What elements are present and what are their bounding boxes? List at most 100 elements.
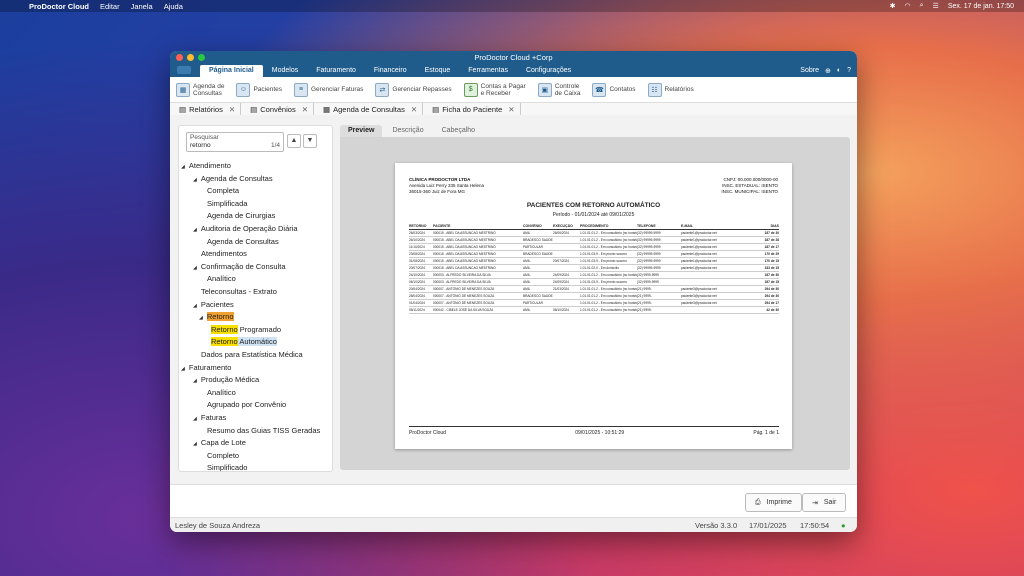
tree-item[interactable]: ◢ Pacientes — [193, 300, 234, 309]
bluetooth-icon[interactable]: ✱ — [890, 2, 896, 10]
agenda-consultas-button[interactable]: ▦ Agenda de Consultas — [176, 82, 224, 97]
controle-caixa-button[interactable]: ▣ Controle de Caixa — [537, 82, 580, 97]
tab-descricao[interactable]: Descrição — [384, 125, 431, 137]
tree-item[interactable]: ◢ Retorno — [199, 312, 234, 322]
exit-button[interactable]: ⇥ Sair — [802, 493, 847, 512]
expand-triangle-icon[interactable]: ◢ — [193, 441, 197, 447]
menu-editar[interactable]: Editar — [100, 2, 120, 11]
expand-triangle-icon[interactable]: ◢ — [199, 315, 203, 321]
gerenciar-repasses-button[interactable]: ⇄ Gerenciar Repasses — [375, 82, 452, 97]
close-icon[interactable]: ✕ — [508, 105, 514, 114]
menu-ajuda[interactable]: Ajuda — [164, 2, 183, 11]
app-menu-button[interactable] — [177, 66, 191, 74]
relatorios-button[interactable]: ☷ Relatórios — [647, 82, 694, 97]
tree-item[interactable]: ◢ Agenda de Consultas — [193, 174, 273, 183]
menubar-app-name[interactable]: ProDoctor Cloud — [29, 2, 89, 11]
expand-triangle-icon[interactable]: ◢ — [193, 177, 197, 183]
expand-triangle-icon[interactable]: ◢ — [193, 227, 197, 233]
doc-tab-relatorios[interactable]: ▤ Relatórios ✕ — [174, 103, 242, 115]
tree-item[interactable]: Analítico — [207, 388, 236, 397]
next-match-button[interactable]: ▼ — [303, 134, 317, 148]
contacts-icon: ☎ — [592, 82, 607, 97]
tab-financeiro[interactable]: Financeiro — [365, 65, 416, 77]
gerenciar-faturas-button[interactable]: ≡ Gerenciar Faturas — [294, 82, 363, 97]
expand-triangle-icon[interactable]: ◢ — [193, 378, 197, 384]
close-icon[interactable]: ✕ — [411, 105, 417, 114]
ribbon-tabs: Página Inicial Modelos Faturamento Finan… — [170, 64, 857, 77]
tree-item[interactable]: Completo — [207, 451, 239, 460]
tree-item[interactable]: Agrupado por Convênio — [207, 400, 286, 409]
tab-faturamento[interactable]: Faturamento — [307, 65, 365, 77]
doc-tab-ficha-paciente[interactable]: ▤ Ficha do Paciente ✕ — [427, 103, 521, 115]
tree-item[interactable]: Agenda de Consultas — [207, 237, 279, 246]
previous-match-button[interactable]: ▲ — [287, 134, 301, 148]
doc-tab-convenios[interactable]: ▤ Convênios ✕ — [245, 103, 314, 115]
tree-item[interactable]: Completa — [207, 186, 239, 195]
expand-triangle-icon[interactable]: ◢ — [193, 265, 197, 271]
search-input[interactable]: Pesquisar retorno 1/4 — [186, 132, 284, 152]
tree-item[interactable]: Retorno Automático — [211, 337, 277, 347]
report-footer: ProDoctor Cloud 09/01/2025 - 10:51:29 Pá… — [409, 426, 779, 436]
close-icon[interactable]: ✕ — [229, 105, 235, 114]
tree-item[interactable]: ◢ Faturamento — [181, 363, 231, 372]
tree-item[interactable]: ◢ Faturas — [193, 413, 226, 422]
print-button[interactable]: ⎙ Imprime — [745, 493, 802, 512]
expand-triangle-icon[interactable]: ◢ — [193, 303, 197, 309]
table-row: 06/10/2024 000003 - ALFREDO SILVEIRA DA S… — [409, 280, 779, 286]
tab-modelos[interactable]: Modelos — [263, 65, 307, 77]
window-title: ProDoctor Cloud +Corp — [474, 53, 553, 62]
tree-item[interactable]: Teleconsultas - Extrato — [201, 287, 277, 296]
wifi-icon[interactable]: ◠ — [905, 2, 911, 10]
expand-triangle-icon[interactable]: ◢ — [181, 164, 185, 170]
tree-item[interactable]: ◢ Atendimento — [181, 161, 231, 170]
accounts-icon: $ — [463, 82, 478, 97]
contas-pagar-receber-button[interactable]: $ Contas a Pagar e Receber — [463, 82, 526, 97]
patients-icon: ☺ — [236, 82, 251, 97]
tree-item[interactable]: ◢ Capa de Lote — [193, 438, 246, 447]
tab-ferramentas[interactable]: Ferramentas — [459, 65, 517, 77]
tree-item[interactable]: ◢ Produção Médica — [193, 375, 259, 384]
invoices-icon: ≡ — [294, 82, 308, 97]
search-icon[interactable]: ⌕ — [920, 2, 924, 10]
tree-item[interactable]: Dados para Estatística Médica — [201, 350, 303, 359]
pacientes-button[interactable]: ☺ Pacientes — [236, 82, 282, 97]
tree-item[interactable]: ◢ Auditoria de Operação Diária — [193, 224, 298, 233]
tab-cabecalho[interactable]: Cabeçalho — [434, 125, 483, 137]
status-user: Lesley de Souza Andreza — [175, 521, 261, 530]
tab-configuracoes[interactable]: Configurações — [517, 65, 580, 77]
close-window-button[interactable] — [176, 54, 183, 61]
help-icon[interactable]: ? — [847, 67, 851, 74]
about-link[interactable]: Sobre — [800, 67, 819, 74]
printer-icon: ⎙ — [755, 498, 761, 506]
tab-pagina-inicial[interactable]: Página Inicial — [200, 65, 263, 77]
connection-status-icon: ● — [841, 521, 846, 530]
tree-item[interactable]: Atendimentos — [201, 249, 247, 258]
expand-triangle-icon[interactable]: ◢ — [193, 416, 197, 422]
menubar-datetime[interactable]: Sex. 17 de jan. 17:50 — [948, 3, 1014, 10]
tree-item[interactable]: Resumo das Guias TISS Geradas — [207, 426, 320, 435]
tree-item[interactable]: Analítico — [207, 274, 236, 283]
tab-estoque[interactable]: Estoque — [416, 65, 460, 77]
zoom-window-button[interactable] — [198, 54, 205, 61]
tree-item[interactable]: ◢ Confirmação de Consulta — [193, 262, 286, 271]
tree-item[interactable]: Retorno Programado — [211, 324, 281, 334]
minimize-window-button[interactable] — [187, 54, 194, 61]
tree-item[interactable]: Simplificado — [207, 463, 247, 471]
status-version: Versão 3.3.0 — [695, 521, 738, 530]
macos-menubar: ProDoctor Cloud Editar Janela Ajuda ✱ ◠ … — [0, 0, 1024, 12]
globe-icon[interactable]: ⊕ — [825, 67, 831, 75]
doc-tab-agenda[interactable]: ▦ Agenda de Consultas ✕ — [318, 103, 424, 115]
close-icon[interactable]: ✕ — [302, 105, 308, 114]
menu-janela[interactable]: Janela — [131, 2, 153, 11]
tree-item[interactable]: Simplificada — [207, 199, 247, 208]
tab-preview[interactable]: Preview — [340, 125, 383, 137]
preview-area: CLÍNICA PRODOCTOR LTDA Avenida Luiz Perr… — [340, 137, 850, 470]
expand-triangle-icon[interactable]: ◢ — [181, 366, 185, 372]
contatos-button[interactable]: ☎ Contatos — [592, 82, 636, 97]
back-icon[interactable]: ◐ — [837, 67, 841, 74]
preview-panel: Preview Descrição Cabeçalho CLÍNICA PROD… — [340, 125, 850, 470]
table-row: 31/08/2024 000015 - ABEL DA ASSUNCAO MEST… — [409, 259, 779, 265]
window-titlebar: ProDoctor Cloud +Corp — [170, 51, 857, 64]
control-center-icon[interactable]: ☰ — [933, 2, 939, 10]
tree-item[interactable]: Agenda de Cirurgias — [207, 211, 275, 220]
